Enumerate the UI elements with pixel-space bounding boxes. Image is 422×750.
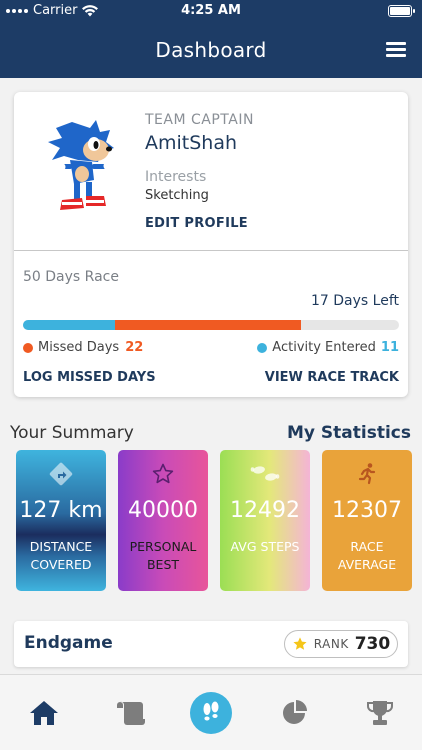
profile-name: AmitShah (145, 132, 238, 154)
status-time: 4:25 AM (181, 3, 241, 18)
personal-best-label-line2: BEST (146, 557, 180, 572)
my-statistics-link[interactable]: My Statistics (287, 423, 411, 443)
missed-dot-icon (23, 342, 33, 353)
home-icon (30, 701, 58, 725)
edit-profile-link[interactable]: EDIT PROFILE (145, 216, 248, 231)
tab-activity[interactable] (181, 675, 241, 750)
status-bar: Carrier 4:25 AM (0, 0, 422, 22)
distance-label-line1: DISTANCE (29, 539, 93, 554)
distance-value: 127 km (19, 498, 103, 523)
rank-label: RANK (313, 637, 349, 651)
race-average-label-line2: AVERAGE (337, 557, 397, 572)
personal-best-label: PERSONAL BEST (120, 538, 206, 574)
page-title: Dashboard (155, 38, 267, 62)
tab-stats[interactable] (265, 675, 325, 750)
pie-chart-icon (283, 700, 307, 724)
distance-label: DISTANCE COVERED (18, 538, 104, 574)
activity-tab-circle (190, 692, 232, 734)
avg-steps-label: AVG STEPS (222, 538, 308, 556)
avg-steps-tile[interactable]: 12492 AVG STEPS (220, 450, 310, 591)
race-progress-bar (23, 320, 399, 330)
star-outline-icon (152, 463, 174, 484)
activity-entered-count: 11 (380, 340, 399, 355)
footprints-icon (250, 466, 280, 481)
distance-label-line2: COVERED (30, 557, 92, 572)
star-icon (293, 637, 307, 650)
scroll-icon (117, 701, 145, 725)
progress-activity-segment (23, 320, 116, 330)
trophy-icon (367, 701, 393, 725)
activity-dot-icon (257, 342, 268, 353)
tab-home[interactable] (14, 675, 74, 750)
race-average-label: RACE AVERAGE (324, 538, 410, 574)
summary-title: Your Summary (10, 423, 134, 443)
activity-entered-label: Activity Entered (272, 340, 376, 355)
tab-leaderboard[interactable] (350, 675, 410, 750)
tab-log[interactable] (100, 675, 160, 750)
turn-right-arrow-icon (49, 462, 73, 486)
footprints-icon (203, 701, 219, 721)
interests-label: Interests (145, 169, 207, 185)
race-title: 50 Days Race (23, 269, 119, 285)
missed-days-legend: Missed Days 22 (23, 340, 143, 355)
rank-badge: RANK 730 (284, 630, 398, 658)
app-header: Carrier 4:25 AM Dashboard (0, 0, 422, 78)
bottom-tab-bar (0, 674, 422, 750)
race-average-value: 12307 (332, 498, 402, 523)
hamburger-menu-icon[interactable] (386, 42, 406, 58)
missed-days-count: 22 (125, 340, 144, 355)
race-average-label-line1: RACE (350, 539, 384, 554)
log-missed-days-button[interactable]: LOG MISSED DAYS (23, 370, 156, 385)
personal-best-label-line1: PERSONAL (129, 539, 197, 554)
profile-role: TEAM CAPTAIN (145, 112, 254, 128)
missed-days-label: Missed Days (38, 340, 120, 355)
view-race-track-button[interactable]: VIEW RACE TRACK (265, 370, 399, 385)
battery-icon (388, 5, 415, 17)
distance-covered-tile[interactable]: 127 km DISTANCE COVERED (16, 450, 106, 591)
avatar (48, 120, 114, 210)
runner-icon (358, 463, 376, 485)
card-divider (14, 250, 408, 251)
race-average-tile[interactable]: 12307 RACE AVERAGE (322, 450, 412, 591)
avg-steps-label-line1: AVG STEPS (230, 539, 300, 554)
personal-best-tile[interactable]: 40000 PERSONAL BEST (118, 450, 208, 591)
days-left: 17 Days Left (311, 293, 399, 309)
avg-steps-value: 12492 (230, 498, 300, 523)
rank-value: 730 (354, 634, 391, 654)
personal-best-value: 40000 (128, 498, 198, 523)
activity-entered-legend: Activity Entered 11 (257, 340, 399, 355)
profile-card: TEAM CAPTAIN AmitShah Interests Sketchin… (14, 92, 408, 397)
endgame-card[interactable]: Endgame RANK 730 (14, 621, 408, 667)
interests-value: Sketching (145, 188, 209, 203)
progress-missed-segment (115, 320, 302, 330)
endgame-title: Endgame (24, 633, 113, 653)
